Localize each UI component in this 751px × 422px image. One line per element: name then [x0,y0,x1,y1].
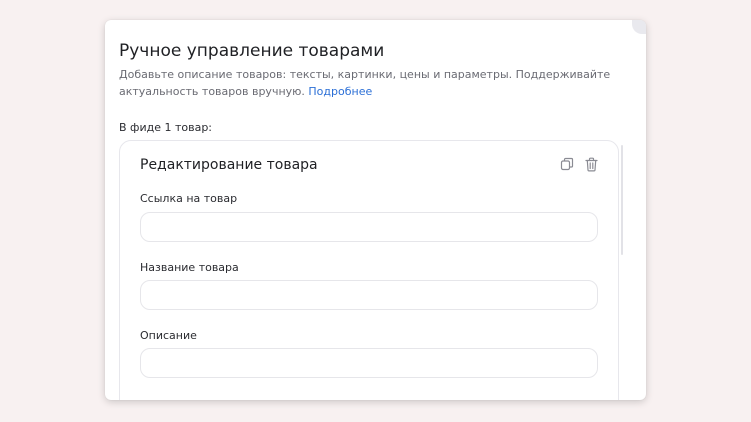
learn-more-link[interactable]: Подробнее [308,85,372,98]
feed-product-count: В фиде 1 товар: [119,121,213,134]
product-name-input[interactable] [140,280,598,310]
dialog-title: Ручное управление товарами [119,41,385,61]
trash-icon[interactable] [584,156,598,172]
product-description-label: Описание [140,329,197,342]
card-scrollbar[interactable] [621,145,623,255]
product-edit-card: Редактирование товара Ссылка на товар На… [119,140,619,400]
manual-products-dialog: Ручное управление товарами Добавьте опис… [105,20,646,400]
product-url-label: Ссылка на товар [140,192,238,205]
product-url-input[interactable] [140,212,598,242]
dialog-description: Добавьте описание товаров: тексты, карти… [119,66,631,100]
product-description-input[interactable] [140,348,598,378]
copy-icon[interactable] [560,156,574,172]
dialog-corner-decoration [632,20,646,34]
product-name-label: Название товара [140,261,239,274]
product-edit-title: Редактирование товара [140,157,318,173]
card-actions [560,156,598,172]
